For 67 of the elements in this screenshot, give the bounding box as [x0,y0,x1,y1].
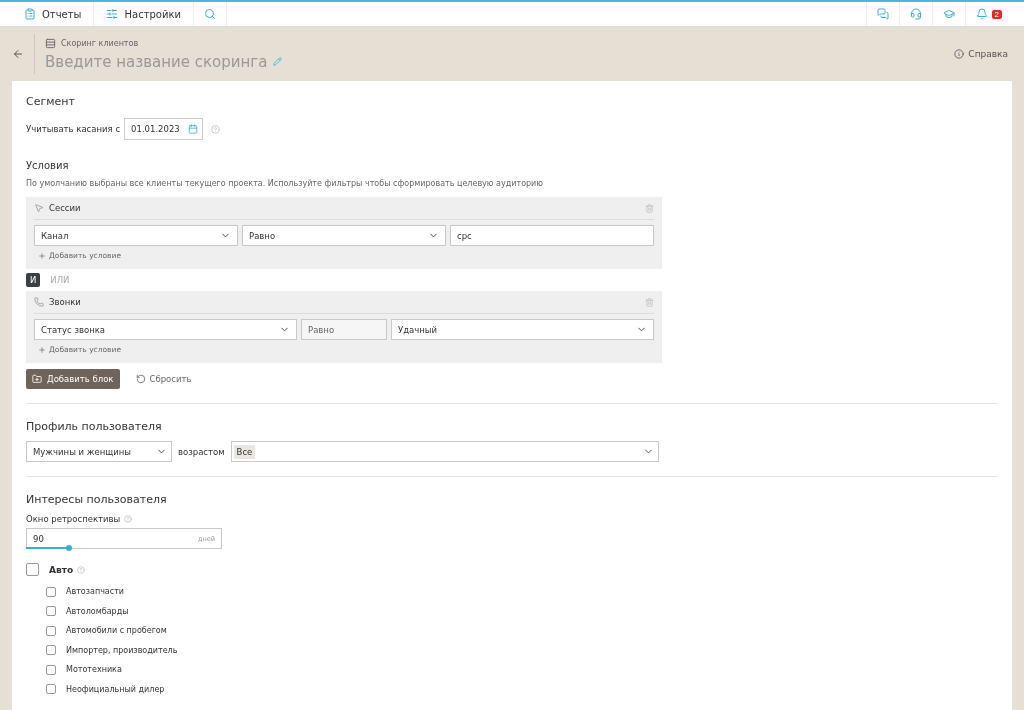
logic-toggle[interactable]: И [26,273,41,287]
checkbox-label: Мототехника [66,665,122,675]
checkbox-label: Импортер, производитель [66,645,178,655]
checkbox-label: Неофициальный дилер [66,684,165,694]
help-link[interactable]: Справка [954,49,1008,59]
chat-bubbles-icon [876,8,889,20]
checkbox[interactable] [26,563,39,576]
checkbox[interactable] [46,645,56,656]
sliders-icon [106,8,119,20]
block-title: Звонки [49,297,82,307]
hint-text: По умолчанию выбраны все клиенты текущего проекта. Используйте фильтры чтобы сформировать целевую аудиторию [26,179,545,188]
checkbox[interactable] [46,625,56,636]
pencil-icon[interactable] [273,57,283,66]
plus-icon [38,251,46,260]
trash-icon[interactable] [645,297,654,307]
field-label: Окно ретроспективы [26,514,121,524]
info-icon [954,49,965,59]
nav-tab[interactable]: Отчеты [12,2,95,26]
trash-icon[interactable] [645,203,654,213]
field-label: Учитывать касания с [26,124,121,134]
date-field[interactable]: 01.01.2023 [124,118,203,140]
block-title: Сессии [49,203,82,213]
checkbox[interactable] [46,606,56,617]
operator-field: Равно [301,319,387,340]
reset-button[interactable]: Сбросить [129,373,198,385]
checkbox-label: Автомобили с пробегом [66,626,167,636]
back-button[interactable] [12,34,35,74]
checkbox[interactable] [46,664,56,675]
section-title: Профиль пользователя [26,420,163,433]
select-field[interactable]: Равно [242,225,446,246]
input-field[interactable]: cpc [450,225,654,246]
age-select[interactable]: Все [230,441,659,462]
help-icon [124,515,133,523]
notification-count: 2 [991,9,1002,19]
checkbox-label: Авто [49,564,74,575]
field-label: возрастом [178,446,225,457]
checkbox[interactable] [46,586,56,597]
help-icon [77,565,86,574]
bell-icon [975,8,988,20]
checkbox-label: Автозапчасти [66,587,124,597]
select-field[interactable]: Статус звонка [34,319,297,340]
checkbox[interactable] [46,684,56,695]
graduation-cap-icon [942,8,955,20]
plus-icon [38,345,46,354]
breadcrumb: Скоринг клиентов [61,38,139,48]
calendar-icon [187,124,198,134]
page-title: Введите название скоринга [45,52,268,71]
phone-icon [34,297,44,307]
help-icon [210,124,220,134]
reset-icon [135,374,146,384]
search-icon [203,8,216,20]
gender-select[interactable]: Мужчины и женщины [26,441,172,462]
back-arrow-icon [12,48,24,60]
checkbox-label: Автоломбарды [66,606,129,616]
clipboard-icon [24,8,36,20]
section-title: Условия [26,160,70,171]
cursor-icon [34,203,44,213]
add-block-button[interactable]: Добавить блок [26,369,120,389]
select-field[interactable]: Канал [34,225,238,246]
select-field[interactable]: Удачный [391,319,654,340]
headset-icon [909,8,922,20]
section-title: Интересы пользователя [26,493,168,506]
notifications-button[interactable]: 2 [964,2,1024,26]
section-title: Сегмент [26,95,76,108]
folder-plus-icon [32,374,42,384]
nav-tab[interactable]: Настройки [94,2,194,26]
list-icon [45,37,56,49]
